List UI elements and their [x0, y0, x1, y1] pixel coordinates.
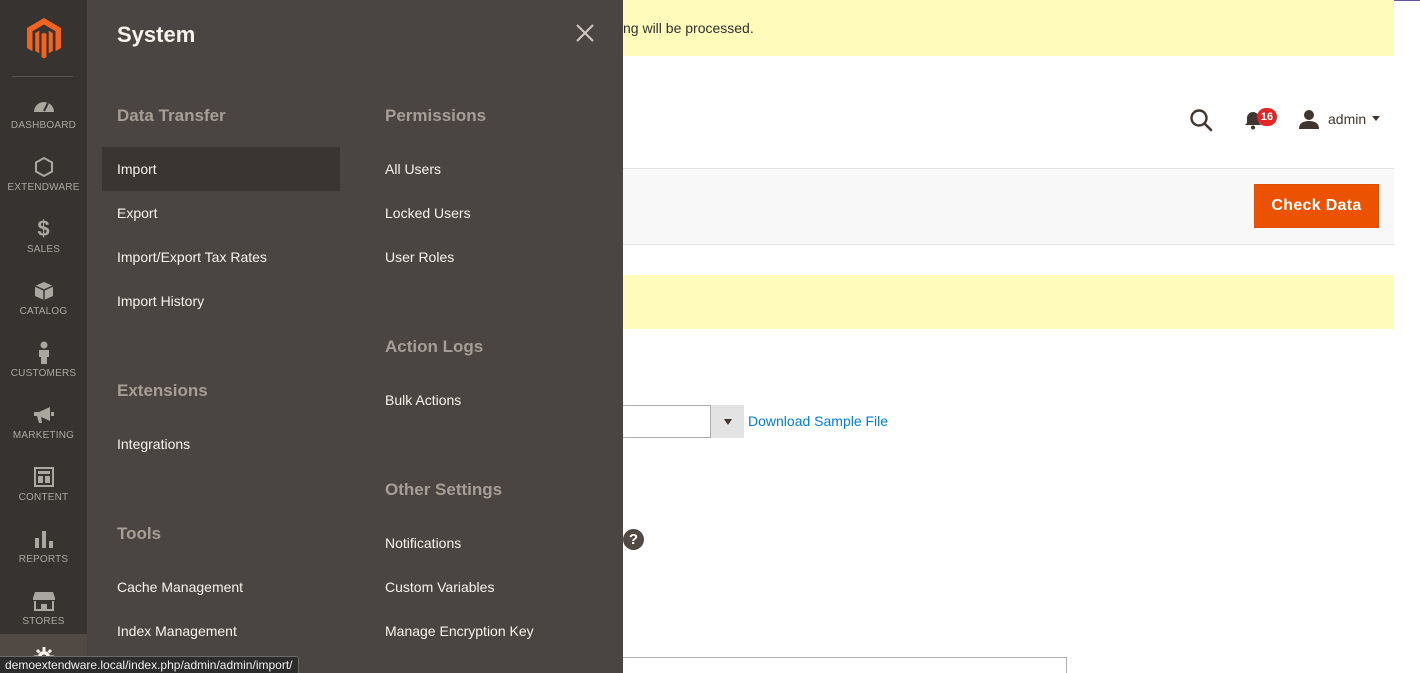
bar-chart-icon — [33, 528, 55, 550]
menu-import-history[interactable]: Import History — [117, 279, 204, 323]
nav-dashboard-label: DASHBOARD — [10, 120, 77, 131]
hexagon-icon — [34, 156, 54, 178]
nav-catalog[interactable]: CATALOG — [0, 268, 87, 330]
close-icon[interactable] — [575, 23, 595, 48]
nav-sales[interactable]: $ SALES — [0, 206, 87, 268]
nav-reports-label: REPORTS — [18, 554, 69, 565]
dashboard-icon — [32, 94, 56, 116]
menu-import-export-tax-rates[interactable]: Import/Export Tax Rates — [117, 235, 267, 279]
nav-marketing[interactable]: MARKETING — [0, 392, 87, 454]
magento-logo[interactable] — [0, 0, 87, 76]
nav-catalog-label: CATALOG — [19, 306, 68, 317]
menu-bulk-actions[interactable]: Bulk Actions — [385, 378, 461, 422]
menu-cache-management[interactable]: Cache Management — [117, 565, 243, 609]
nav-sales-label: SALES — [26, 244, 61, 255]
section-action-logs: Action Logs — [385, 337, 484, 356]
user-menu-caret-icon[interactable] — [1372, 116, 1380, 121]
section-data-transfer: Data Transfer — [117, 106, 226, 125]
menu-export[interactable]: Export — [117, 191, 157, 235]
system-message-bar: ng will be processed. — [623, 0, 1394, 56]
admin-sidebar: DASHBOARD EXTENDWARE $ SALES CATALOG CUS… — [0, 0, 87, 673]
dollar-icon: $ — [37, 216, 50, 241]
user-avatar-icon[interactable] — [1298, 109, 1320, 134]
search-icon[interactable] — [1188, 107, 1214, 138]
nav-content-label: CONTENT — [18, 492, 69, 503]
notice-message-bar — [623, 275, 1394, 329]
nav-stores-label: STORES — [22, 616, 65, 627]
section-tools: Tools — [117, 524, 162, 543]
nav-dashboard[interactable]: DASHBOARD — [0, 82, 87, 144]
logo-divider — [12, 76, 73, 77]
check-data-button[interactable]: Check Data — [1254, 184, 1379, 228]
notification-count-badge[interactable]: 16 — [1257, 108, 1277, 126]
nav-customers-label: CUSTOMERS — [10, 368, 77, 379]
person-icon — [37, 341, 51, 364]
download-sample-file-link[interactable]: Download Sample File — [748, 413, 888, 429]
help-tooltip-icon[interactable]: ? — [623, 529, 644, 550]
layout-icon — [33, 466, 55, 488]
menu-user-roles[interactable]: User Roles — [385, 235, 454, 279]
menu-all-users[interactable]: All Users — [385, 147, 441, 191]
select-dropdown-arrow-icon[interactable] — [710, 405, 744, 438]
section-extensions: Extensions — [117, 381, 208, 400]
storefront-icon — [32, 590, 56, 612]
box-icon — [33, 280, 55, 302]
system-message-text: ng will be processed. — [623, 20, 754, 36]
menu-integrations[interactable]: Integrations — [117, 422, 190, 466]
nav-content[interactable]: CONTENT — [0, 454, 87, 516]
system-flyout-menu: System Data Transfer Import Export Impor… — [87, 0, 623, 673]
file-path-input[interactable] — [623, 657, 1067, 673]
nav-extendware-label: EXTENDWARE — [7, 182, 80, 193]
menu-index-management[interactable]: Index Management — [117, 609, 237, 653]
nav-marketing-label: MARKETING — [12, 430, 75, 441]
nav-reports[interactable]: REPORTS — [0, 516, 87, 578]
nav-stores[interactable]: STORES — [0, 578, 87, 640]
nav-extendware[interactable]: EXTENDWARE — [0, 144, 87, 206]
menu-notifications[interactable]: Notifications — [385, 521, 461, 565]
section-permissions: Permissions — [385, 106, 487, 125]
admin-user-menu[interactable]: admin — [1328, 111, 1366, 127]
megaphone-icon — [32, 404, 56, 426]
menu-locked-users[interactable]: Locked Users — [385, 191, 471, 235]
menu-import[interactable]: Import — [102, 147, 340, 191]
section-other-settings: Other Settings — [385, 480, 503, 499]
menu-custom-variables[interactable]: Custom Variables — [385, 565, 494, 609]
menu-manage-encryption-key[interactable]: Manage Encryption Key — [385, 609, 534, 653]
browser-status-url: demoextendware.local/index.php/admin/adm… — [0, 656, 299, 673]
nav-customers[interactable]: CUSTOMERS — [0, 330, 87, 392]
flyout-title: System — [117, 22, 196, 47]
